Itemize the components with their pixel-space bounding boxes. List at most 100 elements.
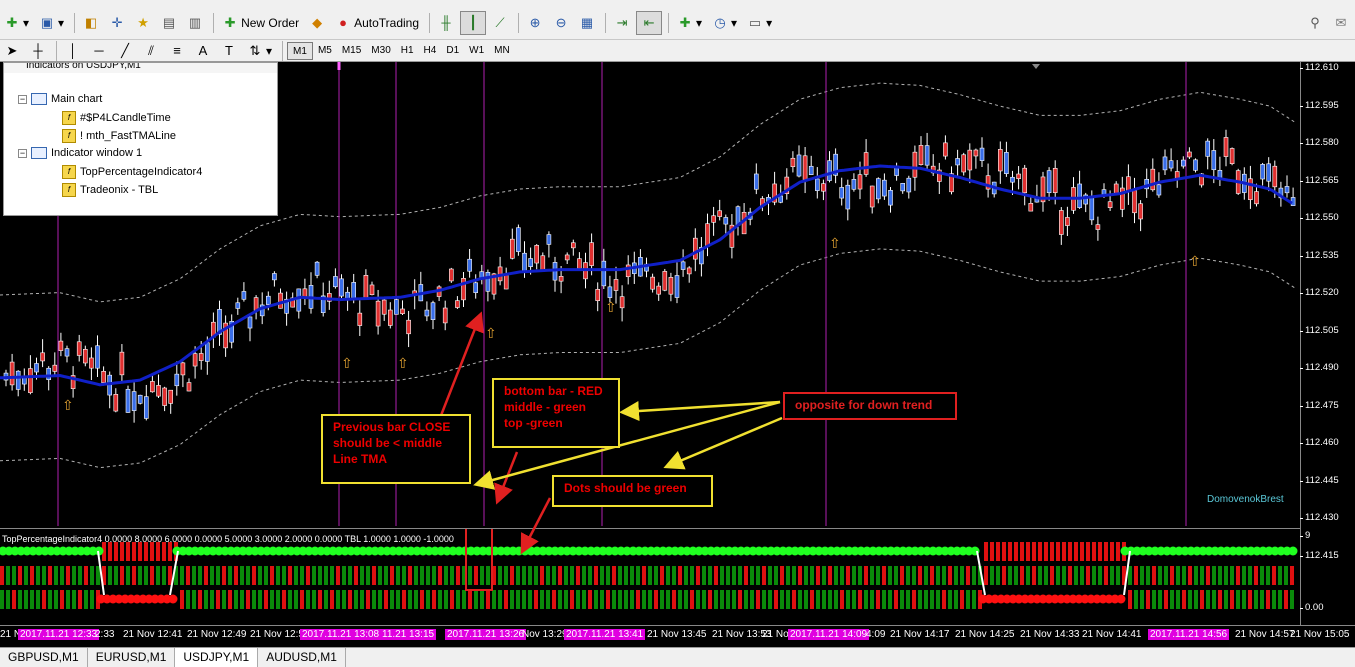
chart-shift-button[interactable]: ⇤ (636, 10, 663, 35)
fibonacci-tool[interactable]: ≡ (165, 39, 189, 63)
profiles-button[interactable]: ▣ ▾ (35, 11, 68, 35)
candle (790, 151, 796, 173)
indicator-bar (498, 590, 502, 609)
tree-item-fasttma[interactable]: f ! mth_FastTMALine (62, 129, 176, 143)
zoom-out-button[interactable]: ⊖ (549, 11, 573, 35)
indicator-window[interactable]: TopPercentageIndicator4 0.0000 8.0000 6.… (0, 528, 1300, 625)
timeframe-m1[interactable]: M1 (287, 41, 313, 60)
periods-button[interactable]: ◷ ▾ (708, 11, 741, 35)
indicator-bar (318, 590, 322, 609)
indicator-bar (1200, 590, 1204, 609)
main-chart-label: Main chart (51, 93, 103, 105)
chart-tab[interactable]: AUDUSD,M1 (258, 648, 346, 667)
autoscroll-button[interactable]: ⇥ (610, 11, 634, 35)
indicator-bar (0, 566, 4, 585)
timeframe-h1[interactable]: H1 (396, 42, 419, 60)
channel-tool[interactable]: ⫽ (139, 39, 163, 63)
chart-tab[interactable]: USDJPY,M1 (175, 648, 259, 667)
horizontal-line-tool[interactable]: ─ (87, 39, 111, 63)
tile-windows-button[interactable]: ▦ (575, 11, 599, 35)
indicator-bar (528, 566, 532, 585)
text-label-tool[interactable]: T (217, 39, 241, 63)
timeframe-m30[interactable]: M30 (366, 42, 395, 60)
tree-indicator-window[interactable]: − Indicator window 1 (18, 147, 142, 159)
tester-button[interactable]: ▥ (183, 11, 207, 35)
new-chart-button[interactable]: ✚ ▾ (0, 11, 33, 35)
tree-item-candletime[interactable]: f #$P4LCandleTime (62, 111, 171, 125)
timeframe-m5[interactable]: M5 (313, 42, 337, 60)
indicator-bar (594, 590, 598, 609)
price-axis[interactable]: 112.610 112.595 112.580 112.565 112.550 112.5… (1299, 62, 1355, 625)
collapse-icon[interactable]: − (18, 148, 27, 158)
messages-button[interactable]: ✉ (1329, 11, 1353, 35)
chart-tab[interactable]: EURUSD,M1 (88, 648, 176, 667)
indicator-bar (1182, 590, 1186, 609)
indicator-bar (522, 590, 526, 609)
candle (247, 316, 253, 342)
autotrading-button[interactable]: ● AutoTrading (331, 11, 423, 35)
tree-main-chart[interactable]: − Main chart (18, 93, 102, 105)
indicator-bar (948, 566, 952, 585)
candle (448, 267, 454, 283)
collapse-icon[interactable]: − (18, 94, 27, 104)
tree-item-tbl[interactable]: f Tradeonix - TBL (62, 183, 158, 197)
indicator-bar (528, 590, 532, 609)
indicator-bar (744, 566, 748, 585)
indicator-bar (678, 566, 682, 585)
indicator-bar (1134, 566, 1138, 585)
arrows-icon: ⇅ (249, 42, 261, 58)
timeframe-m15[interactable]: M15 (337, 42, 366, 60)
indicator-bar (54, 566, 58, 585)
candle (40, 339, 45, 368)
line-chart-button[interactable]: ⟋ (488, 11, 512, 35)
indicator-bar (12, 590, 16, 609)
timeframe-mn[interactable]: MN (489, 42, 515, 60)
market-watch-button[interactable]: ◧ (79, 11, 103, 35)
templates-button[interactable]: ▭ ▾ (743, 11, 776, 35)
terminal-button[interactable]: ▤ (157, 11, 181, 35)
candle (949, 166, 954, 195)
arrows-tool[interactable]: ⇅ ▾ (243, 39, 276, 63)
chart-window-icon (31, 93, 47, 105)
trendline-tool[interactable]: ╱ (113, 39, 137, 63)
metaeditor-button[interactable]: ◆ (305, 11, 329, 35)
indicator-bar (438, 590, 442, 609)
timeframe-w1[interactable]: W1 (464, 42, 489, 60)
templates-icon: ▭ (748, 14, 762, 30)
cursor-tool[interactable]: ➤ (0, 39, 24, 63)
zoom-in-button[interactable]: ⊕ (523, 11, 547, 35)
candle (442, 300, 448, 331)
chart-tab[interactable]: GBPUSD,M1 (0, 648, 88, 667)
candle (1071, 177, 1076, 214)
candle (137, 394, 143, 405)
indicator-bar (486, 590, 490, 609)
indicator-bar (624, 590, 628, 609)
indicator-bar (1170, 590, 1174, 609)
horizontal-line-icon: ─ (94, 42, 104, 58)
text-tool[interactable]: A (191, 39, 215, 63)
time-label: 2017.11.21 13:41 (564, 629, 646, 640)
candlestick-button[interactable]: ┃ (460, 10, 487, 35)
indicator-bar (54, 590, 58, 609)
timeframe-d1[interactable]: D1 (441, 42, 464, 60)
indicator-bar (642, 566, 646, 585)
search-button[interactable]: ⚲ (1303, 11, 1327, 35)
indicator-bar (654, 566, 658, 585)
indicator-bar (42, 590, 46, 609)
timeframe-h4[interactable]: H4 (419, 42, 442, 60)
navigator-button[interactable]: ★ (131, 11, 155, 35)
indicator-bar (1158, 566, 1162, 585)
data-window-button[interactable]: ✛ (105, 11, 129, 35)
time-axis[interactable]: 21 No 2017.11.21 12:33 2:33 21 Nov 12:41 21 … (0, 625, 1355, 647)
tree-item-toppercentage[interactable]: f TopPercentageIndicator4 (62, 165, 202, 179)
indicators-button[interactable]: ✚ ▾ (673, 11, 706, 35)
indicator-bar (1188, 590, 1192, 609)
indicator-bar (1236, 590, 1240, 609)
crosshair-tool[interactable]: ┼ (26, 39, 50, 63)
indicator-bar (1038, 542, 1042, 561)
indicator-bar (696, 566, 700, 585)
indicator-bar (1038, 566, 1042, 585)
vertical-line-tool[interactable]: │ (61, 39, 85, 63)
bar-chart-button[interactable]: ╫ (434, 11, 458, 35)
new-order-button[interactable]: ✚ New Order (218, 11, 303, 35)
